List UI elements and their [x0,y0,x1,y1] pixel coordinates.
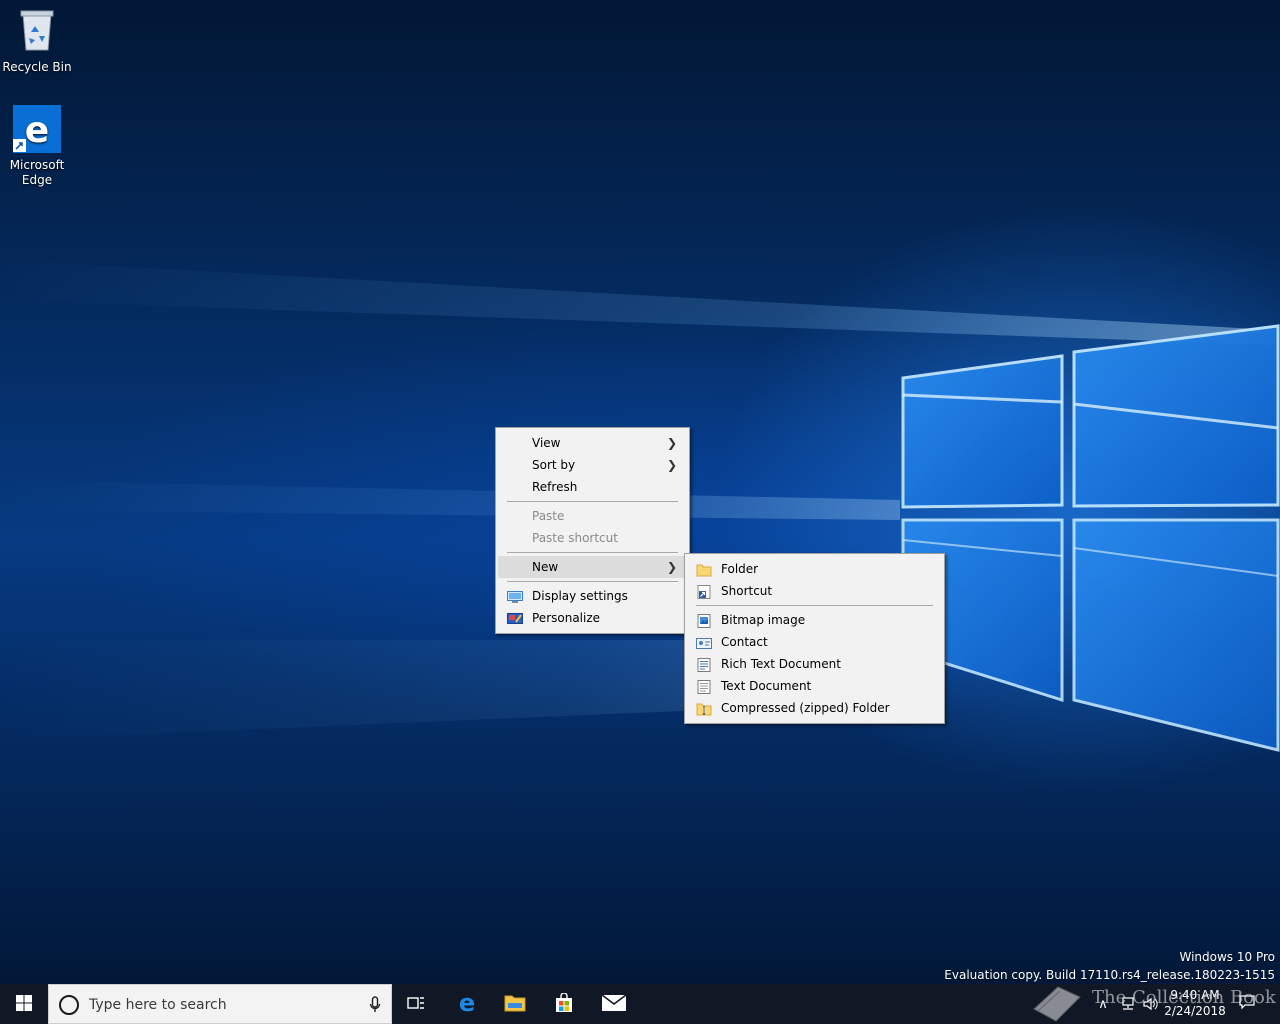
shortcut-icon [696,584,712,599]
menu-item-label: Sort by [532,458,576,472]
submenu-item-compressed-folder[interactable]: Compressed (zipped) Folder [687,697,942,719]
microphone-icon[interactable] [369,996,381,1017]
menu-item-sort-by[interactable]: Sort by ❯ [498,454,687,476]
submenu-item-text-document[interactable]: Text Document [687,675,942,697]
menu-item-label: Refresh [532,480,578,494]
submenu-item-label: Shortcut [721,584,773,598]
recycle-bin-icon [0,8,74,56]
windows-logo-icon [16,994,32,1014]
desktop-icon-label: Microsoft Edge [9,158,65,187]
menu-item-view[interactable]: View ❯ [498,432,687,454]
menu-item-label: View [532,436,561,450]
cortana-icon [59,995,79,1015]
menu-separator [687,602,942,609]
taskbar-mail-button[interactable] [590,984,638,1024]
submenu-item-label: Folder [721,562,759,576]
search-input[interactable]: Type here to search [48,984,392,1024]
bitmap-image-icon [696,613,712,628]
start-button[interactable] [0,984,48,1024]
search-placeholder: Type here to search [89,997,227,1013]
menu-item-display-settings[interactable]: Display settings [498,585,687,607]
svg-text:e: e [25,110,49,151]
book-logo-icon [1030,979,1086,1024]
menu-item-new[interactable]: New ❯ [498,556,687,578]
task-view-icon [407,995,425,1014]
contact-icon [696,635,712,649]
submenu-item-label: Compressed (zipped) Folder [721,701,890,715]
desktop-icon-microsoft-edge[interactable]: e Microsoft Edge [0,104,74,188]
folder-icon [696,562,712,577]
submenu-item-shortcut[interactable]: Shortcut [687,580,942,602]
taskbar-store-button[interactable] [540,984,588,1024]
watermark-text: The Collection Book [1092,987,1276,1008]
menu-item-paste-shortcut: Paste shortcut [498,527,687,549]
mail-icon [601,993,627,1015]
task-view-button[interactable] [392,984,440,1024]
submenu-item-label: Text Document [721,679,812,693]
collection-book-watermark: The Collection Book [1030,975,1280,1024]
submenu-item-bitmap-image[interactable]: Bitmap image [687,609,942,631]
file-explorer-icon [504,994,526,1015]
menu-item-label: New [532,560,559,574]
menu-item-personalize[interactable]: Personalize [498,607,687,629]
menu-separator [498,578,687,585]
new-submenu: Folder Shortcut Bitmap image Contact Ric… [684,553,945,724]
menu-separator [498,498,687,505]
zip-folder-icon [696,701,712,716]
svg-text:e: e [459,992,475,1014]
menu-separator [498,549,687,556]
submenu-item-rich-text-document[interactable]: Rich Text Document [687,653,942,675]
menu-item-label: Personalize [532,611,601,625]
submenu-item-folder[interactable]: Folder [687,558,942,580]
desktop-icon-label: Recycle Bin [2,60,72,74]
display-settings-icon [507,589,523,603]
submenu-item-contact[interactable]: Contact [687,631,942,653]
submenu-item-label: Rich Text Document [721,657,841,671]
store-icon [554,991,574,1016]
chevron-right-icon: ❯ [666,436,677,450]
submenu-item-label: Bitmap image [721,613,806,627]
taskbar-edge-button[interactable]: e [443,984,491,1024]
taskbar-file-explorer-button[interactable] [491,984,539,1024]
menu-item-refresh[interactable]: Refresh [498,476,687,498]
menu-item-label: Paste shortcut [532,531,618,545]
edge-icon: e [0,104,74,158]
personalize-icon [507,611,523,625]
chevron-right-icon: ❯ [666,560,677,574]
desktop-context-menu: View ❯ Sort by ❯ Refresh Paste Paste sho… [495,427,690,634]
menu-item-label: Paste [532,509,565,523]
chevron-right-icon: ❯ [666,458,677,472]
edition-text: Windows 10 Pro [1179,950,1275,964]
edge-icon: e [456,989,478,1017]
text-document-icon [696,679,712,694]
rich-text-document-icon [696,657,712,672]
desktop-icon-recycle-bin[interactable]: Recycle Bin [0,8,74,75]
menu-item-label: Display settings [532,589,628,603]
submenu-item-label: Contact [721,635,768,649]
menu-item-paste: Paste [498,505,687,527]
